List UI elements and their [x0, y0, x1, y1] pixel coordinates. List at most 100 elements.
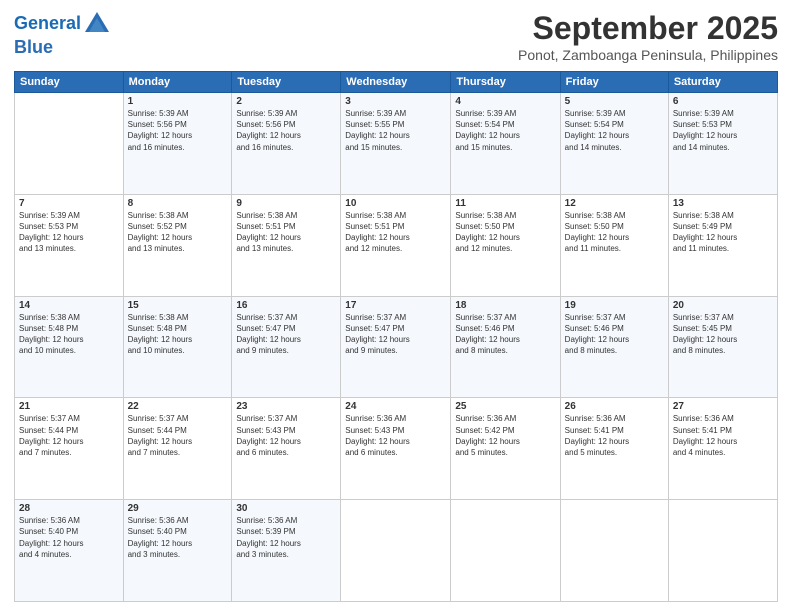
- weekday-header-thursday: Thursday: [451, 72, 560, 93]
- day-info: Sunrise: 5:36 AM Sunset: 5:41 PM Dayligh…: [565, 413, 664, 458]
- calendar-cell: 18Sunrise: 5:37 AM Sunset: 5:46 PM Dayli…: [451, 296, 560, 398]
- day-number: 21: [19, 401, 119, 412]
- day-info: Sunrise: 5:39 AM Sunset: 5:56 PM Dayligh…: [128, 108, 228, 153]
- calendar-cell: 28Sunrise: 5:36 AM Sunset: 5:40 PM Dayli…: [15, 500, 124, 602]
- calendar-header-row: SundayMondayTuesdayWednesdayThursdayFrid…: [15, 72, 778, 93]
- day-number: 22: [128, 401, 228, 412]
- day-number: 4: [455, 96, 555, 107]
- calendar-cell: [451, 500, 560, 602]
- day-info: Sunrise: 5:37 AM Sunset: 5:44 PM Dayligh…: [128, 413, 228, 458]
- weekday-header-monday: Monday: [123, 72, 232, 93]
- calendar-cell: 11Sunrise: 5:38 AM Sunset: 5:50 PM Dayli…: [451, 194, 560, 296]
- calendar-cell: 12Sunrise: 5:38 AM Sunset: 5:50 PM Dayli…: [560, 194, 668, 296]
- day-number: 3: [345, 96, 446, 107]
- day-info: Sunrise: 5:37 AM Sunset: 5:47 PM Dayligh…: [236, 312, 336, 357]
- day-info: Sunrise: 5:37 AM Sunset: 5:45 PM Dayligh…: [673, 312, 773, 357]
- calendar-cell: 14Sunrise: 5:38 AM Sunset: 5:48 PM Dayli…: [15, 296, 124, 398]
- calendar-cell: 22Sunrise: 5:37 AM Sunset: 5:44 PM Dayli…: [123, 398, 232, 500]
- day-info: Sunrise: 5:38 AM Sunset: 5:51 PM Dayligh…: [345, 210, 446, 255]
- day-info: Sunrise: 5:36 AM Sunset: 5:41 PM Dayligh…: [673, 413, 773, 458]
- day-number: 20: [673, 300, 773, 311]
- calendar-cell: 1Sunrise: 5:39 AM Sunset: 5:56 PM Daylig…: [123, 93, 232, 195]
- calendar-cell: 27Sunrise: 5:36 AM Sunset: 5:41 PM Dayli…: [668, 398, 777, 500]
- day-info: Sunrise: 5:38 AM Sunset: 5:48 PM Dayligh…: [19, 312, 119, 357]
- day-number: 13: [673, 198, 773, 209]
- day-number: 29: [128, 503, 228, 514]
- day-number: 30: [236, 503, 336, 514]
- day-number: 14: [19, 300, 119, 311]
- calendar-cell: 16Sunrise: 5:37 AM Sunset: 5:47 PM Dayli…: [232, 296, 341, 398]
- day-info: Sunrise: 5:38 AM Sunset: 5:51 PM Dayligh…: [236, 210, 336, 255]
- calendar-cell: [15, 93, 124, 195]
- calendar-row: 28Sunrise: 5:36 AM Sunset: 5:40 PM Dayli…: [15, 500, 778, 602]
- day-info: Sunrise: 5:39 AM Sunset: 5:55 PM Dayligh…: [345, 108, 446, 153]
- logo-blue-text: Blue: [14, 37, 53, 57]
- day-info: Sunrise: 5:39 AM Sunset: 5:53 PM Dayligh…: [19, 210, 119, 255]
- day-number: 17: [345, 300, 446, 311]
- calendar-row: 7Sunrise: 5:39 AM Sunset: 5:53 PM Daylig…: [15, 194, 778, 296]
- weekday-header-sunday: Sunday: [15, 72, 124, 93]
- calendar-row: 21 Sunrise: 5:37 AM Sunset: 5:44 PM Dayli…: [15, 398, 778, 500]
- calendar-cell: 6Sunrise: 5:39 AM Sunset: 5:53 PM Daylig…: [668, 93, 777, 195]
- day-info: Sunrise: 5:38 AM Sunset: 5:48 PM Dayligh…: [128, 312, 228, 357]
- calendar-cell: 21Sunrise: 5:37 AM Sunset: 5:44 PM Dayli…: [15, 398, 124, 500]
- day-number: 23: [236, 401, 336, 412]
- day-number: 25: [455, 401, 555, 412]
- weekday-header-tuesday: Tuesday: [232, 72, 341, 93]
- location-title: Ponot, Zamboanga Peninsula, Philippines: [518, 47, 778, 63]
- day-info: Sunrise: 5:39 AM Sunset: 5:56 PM Dayligh…: [236, 108, 336, 153]
- day-number: 15: [128, 300, 228, 311]
- weekday-header-friday: Friday: [560, 72, 668, 93]
- day-number: 8: [128, 198, 228, 209]
- month-title: September 2025: [518, 10, 778, 47]
- day-info: Sunrise: 5:37 AM Sunset: 5:47 PM Dayligh…: [345, 312, 446, 357]
- day-info: Sunrise: 5:37 AM Sunset: 5:46 PM Dayligh…: [565, 312, 664, 357]
- day-info: Sunrise: 5:36 AM Sunset: 5:40 PM Dayligh…: [128, 515, 228, 560]
- calendar-cell: 2Sunrise: 5:39 AM Sunset: 5:56 PM Daylig…: [232, 93, 341, 195]
- weekday-header-saturday: Saturday: [668, 72, 777, 93]
- calendar-row: 14Sunrise: 5:38 AM Sunset: 5:48 PM Dayli…: [15, 296, 778, 398]
- calendar-cell: 25Sunrise: 5:36 AM Sunset: 5:42 PM Dayli…: [451, 398, 560, 500]
- calendar-cell: 15Sunrise: 5:38 AM Sunset: 5:48 PM Dayli…: [123, 296, 232, 398]
- calendar-cell: [341, 500, 451, 602]
- calendar-cell: 17Sunrise: 5:37 AM Sunset: 5:47 PM Dayli…: [341, 296, 451, 398]
- calendar-cell: 7Sunrise: 5:39 AM Sunset: 5:53 PM Daylig…: [15, 194, 124, 296]
- day-info: Sunrise: 5:39 AM Sunset: 5:54 PM Dayligh…: [565, 108, 664, 153]
- day-number: 24: [345, 401, 446, 412]
- day-number: 2: [236, 96, 336, 107]
- calendar-cell: 13Sunrise: 5:38 AM Sunset: 5:49 PM Dayli…: [668, 194, 777, 296]
- calendar-cell: [668, 500, 777, 602]
- day-info: Sunrise: 5:36 AM Sunset: 5:40 PM Dayligh…: [19, 515, 119, 560]
- logo-text: General: [14, 14, 81, 34]
- day-number: 1: [128, 96, 228, 107]
- calendar-cell: 26Sunrise: 5:36 AM Sunset: 5:41 PM Dayli…: [560, 398, 668, 500]
- calendar-cell: 4Sunrise: 5:39 AM Sunset: 5:54 PM Daylig…: [451, 93, 560, 195]
- day-number: 5: [565, 96, 664, 107]
- calendar-cell: 9Sunrise: 5:38 AM Sunset: 5:51 PM Daylig…: [232, 194, 341, 296]
- title-block: September 2025 Ponot, Zamboanga Peninsul…: [518, 10, 778, 63]
- day-info: Sunrise: 5:38 AM Sunset: 5:49 PM Dayligh…: [673, 210, 773, 255]
- calendar-cell: [560, 500, 668, 602]
- day-number: 11: [455, 198, 555, 209]
- calendar-table: SundayMondayTuesdayWednesdayThursdayFrid…: [14, 71, 778, 602]
- day-number: 10: [345, 198, 446, 209]
- weekday-header-wednesday: Wednesday: [341, 72, 451, 93]
- calendar-cell: 5Sunrise: 5:39 AM Sunset: 5:54 PM Daylig…: [560, 93, 668, 195]
- day-number: 12: [565, 198, 664, 209]
- day-number: 9: [236, 198, 336, 209]
- day-number: 28: [19, 503, 119, 514]
- day-number: 7: [19, 198, 119, 209]
- day-number: 16: [236, 300, 336, 311]
- day-number: 18: [455, 300, 555, 311]
- day-info: Sunrise: 5:38 AM Sunset: 5:50 PM Dayligh…: [455, 210, 555, 255]
- day-number: 26: [565, 401, 664, 412]
- day-info: Sunrise: 5:36 AM Sunset: 5:39 PM Dayligh…: [236, 515, 336, 560]
- logo-icon: [83, 10, 111, 38]
- day-info: Sunrise: 5:38 AM Sunset: 5:50 PM Dayligh…: [565, 210, 664, 255]
- calendar-cell: 30Sunrise: 5:36 AM Sunset: 5:39 PM Dayli…: [232, 500, 341, 602]
- calendar-cell: 23Sunrise: 5:37 AM Sunset: 5:43 PM Dayli…: [232, 398, 341, 500]
- calendar-cell: 3Sunrise: 5:39 AM Sunset: 5:55 PM Daylig…: [341, 93, 451, 195]
- calendar-cell: 10Sunrise: 5:38 AM Sunset: 5:51 PM Dayli…: [341, 194, 451, 296]
- day-info: Sunrise: 5:37 AM Sunset: 5:43 PM Dayligh…: [236, 413, 336, 458]
- calendar-cell: 8Sunrise: 5:38 AM Sunset: 5:52 PM Daylig…: [123, 194, 232, 296]
